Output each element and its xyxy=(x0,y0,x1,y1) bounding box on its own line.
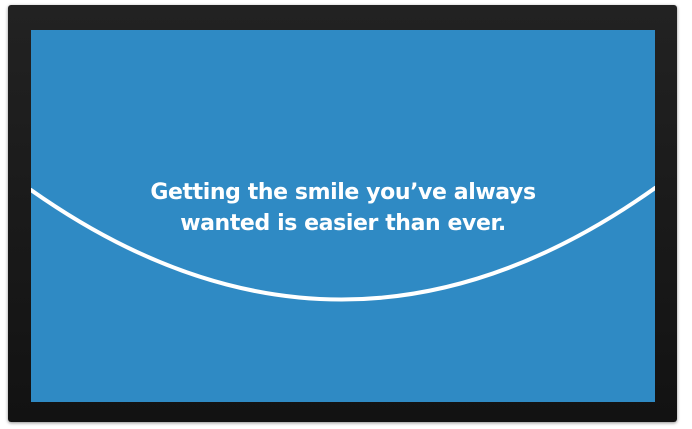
headline-text: Getting the smile you’ve always wanted i… xyxy=(31,177,655,239)
backdrop: Getting the smile you’ve always wanted i… xyxy=(0,0,692,429)
headline-line-1: Getting the smile you’ve always xyxy=(150,180,536,205)
monitor-frame: Getting the smile you’ve always wanted i… xyxy=(8,5,677,422)
display-screen: Getting the smile you’ve always wanted i… xyxy=(31,30,655,402)
headline-line-2: wanted is easier than ever. xyxy=(180,211,506,236)
